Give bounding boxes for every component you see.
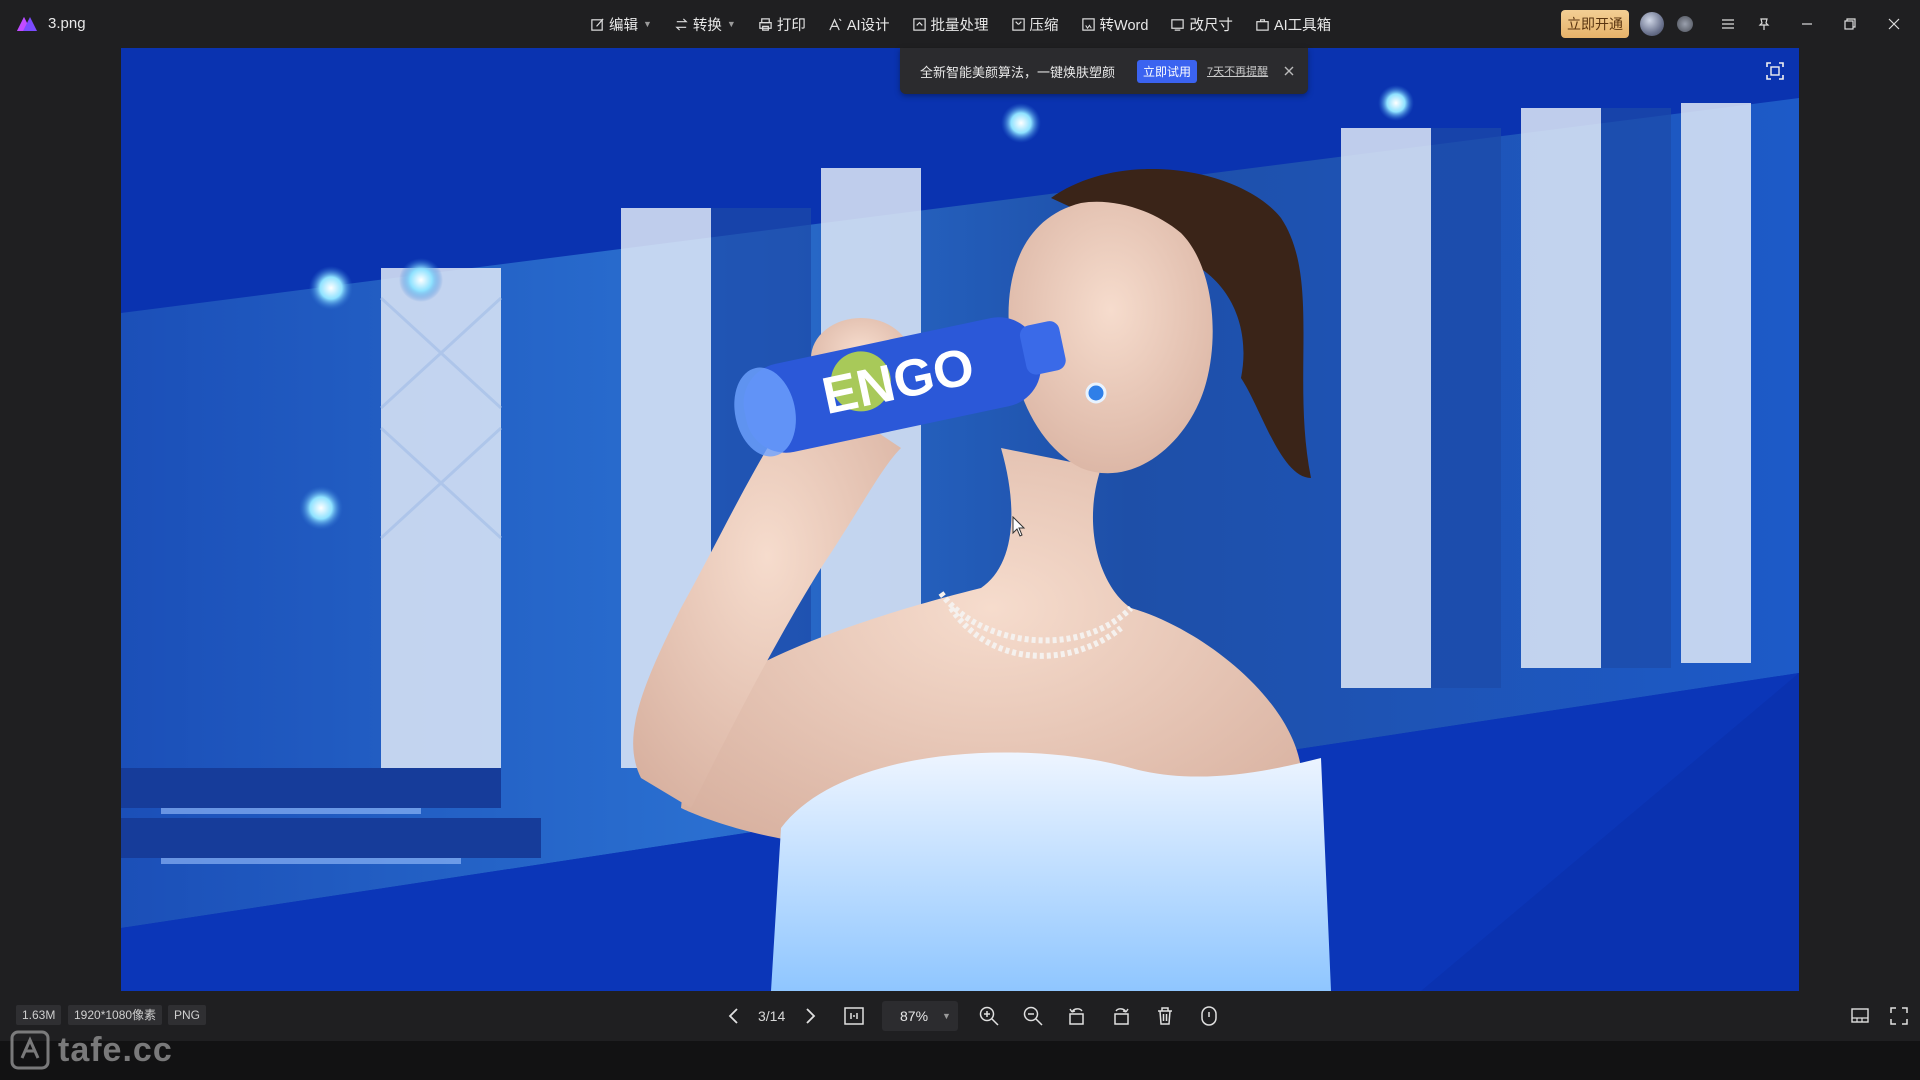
vip-badge-icon[interactable] xyxy=(1677,16,1693,32)
fit-window-icon[interactable] xyxy=(1764,60,1786,82)
toolbar-batch-label: 批量处理 xyxy=(930,17,989,34)
app-logo-icon xyxy=(17,17,37,31)
hamburger-menu-icon xyxy=(1722,19,1734,29)
edit-icon xyxy=(591,17,604,31)
image-canvas[interactable]: ENGO xyxy=(121,48,1799,991)
file-name: 3.png xyxy=(48,15,86,32)
zoom-in-icon[interactable] xyxy=(978,1005,1000,1027)
ai-toolbox-icon xyxy=(1256,18,1269,31)
minimize-button[interactable] xyxy=(1797,14,1817,34)
rotate-right-icon[interactable] xyxy=(1110,1005,1132,1027)
toolbar-ai-toolbox-button[interactable]: AI工具箱 xyxy=(1255,14,1331,35)
toolbar-compress-button[interactable]: 压缩 xyxy=(1011,14,1059,35)
prev-image-icon[interactable] xyxy=(726,1007,742,1025)
try-now-button[interactable]: 立即试用 xyxy=(1137,59,1198,83)
toolbar-resize-button[interactable]: 改尺寸 xyxy=(1170,14,1233,35)
close-window-button[interactable] xyxy=(1884,14,1904,34)
restore-icon xyxy=(1844,18,1856,30)
notification-text: 全新智能美颜算法，一键焕肤塑颜 xyxy=(920,64,1116,80)
file-format-badge: PNG xyxy=(168,1005,207,1025)
next-image-icon[interactable] xyxy=(802,1007,818,1025)
toolbar-print-button[interactable]: 打印 xyxy=(758,14,806,35)
beauty-promo-notification: 全新智能美颜算法，一键焕肤塑颜 立即试用 7天不再提醒 xyxy=(900,48,1308,94)
toolbar-edit-button[interactable]: 编辑 ▼ xyxy=(590,14,652,35)
watermark-text: tafe.cc xyxy=(58,1030,173,1069)
toolbar-print-label: 打印 xyxy=(776,17,806,34)
zoom-level-dropdown[interactable]: 87% ▼ xyxy=(882,1001,958,1031)
delete-icon[interactable] xyxy=(1154,1005,1176,1027)
close-icon[interactable] xyxy=(1282,64,1296,78)
zoom-level-value: 87% xyxy=(900,1008,929,1024)
toolbar-batch-button[interactable]: 批量处理 xyxy=(912,14,989,35)
toolbar-ai-design-button[interactable]: AI设计 xyxy=(828,14,890,35)
info-icon[interactable] xyxy=(1198,1005,1220,1027)
user-avatar[interactable] xyxy=(1640,12,1664,36)
file-size-badge: 1.63M xyxy=(16,1005,62,1025)
print-icon xyxy=(759,17,772,31)
pin-button[interactable] xyxy=(1754,14,1774,34)
menu-button[interactable] xyxy=(1718,14,1738,34)
fullscreen-icon[interactable] xyxy=(1888,1005,1910,1027)
ai-design-icon xyxy=(829,17,842,30)
rotate-left-icon[interactable] xyxy=(1066,1005,1088,1027)
compress-icon xyxy=(1011,17,1025,31)
thumbnail-strip-icon[interactable] xyxy=(1849,1005,1871,1027)
pin-icon xyxy=(1758,18,1770,30)
convert-icon xyxy=(675,17,688,31)
toolbar-ai-design-label: AI设计 xyxy=(846,17,890,34)
bottom-status-bar: 1.63M 1920*1080像素 PNG 3/14 87% ▼ xyxy=(0,991,1920,1041)
toolbar-compress-label: 压缩 xyxy=(1029,17,1059,34)
watermark: tafe.cc xyxy=(10,1030,173,1070)
toolbar-convert-button[interactable]: 转换 ▼ xyxy=(674,14,736,35)
title-bar: 3.png 编辑 ▼ 转换 ▼ 打印 AI设计 批量处理 压缩 转Word 改尺… xyxy=(0,0,1920,48)
actual-size-icon[interactable] xyxy=(843,1005,865,1027)
vip-activate-button[interactable]: 立即开通 xyxy=(1561,10,1629,38)
toolbar-ai-toolbox-label: AI工具箱 xyxy=(1273,17,1332,34)
watermark-logo-icon xyxy=(10,1030,50,1070)
restore-button[interactable] xyxy=(1840,14,1860,34)
photo-image: ENGO xyxy=(121,48,1799,991)
zoom-out-icon[interactable] xyxy=(1022,1005,1044,1027)
footer-strip xyxy=(0,1041,1920,1080)
toolbar-resize-label: 改尺寸 xyxy=(1189,17,1233,34)
dismiss-7days-link[interactable]: 7天不再提醒 xyxy=(1207,63,1268,79)
word-icon xyxy=(1081,17,1095,31)
toolbar-to-word-button[interactable]: 转Word xyxy=(1081,14,1149,35)
close-icon xyxy=(1888,18,1900,30)
resize-icon xyxy=(1171,18,1185,31)
image-dimensions-badge: 1920*1080像素 xyxy=(68,1005,163,1025)
batch-icon xyxy=(912,17,926,31)
chevron-down-icon: ▼ xyxy=(643,19,652,29)
main-toolbar: 编辑 ▼ 转换 ▼ 打印 AI设计 批量处理 压缩 转Word 改尺寸 AI工具… xyxy=(590,0,1331,48)
page-counter: 3/14 xyxy=(758,1008,786,1024)
chevron-down-icon: ▼ xyxy=(942,1011,951,1021)
toolbar-to-word-label: 转Word xyxy=(1099,17,1149,34)
toolbar-edit-label: 编辑 xyxy=(609,17,638,34)
mouse-cursor-icon xyxy=(1012,516,1026,537)
minimize-icon xyxy=(1802,23,1812,25)
chevron-down-icon: ▼ xyxy=(726,19,736,29)
toolbar-convert-label: 转换 xyxy=(692,17,722,34)
